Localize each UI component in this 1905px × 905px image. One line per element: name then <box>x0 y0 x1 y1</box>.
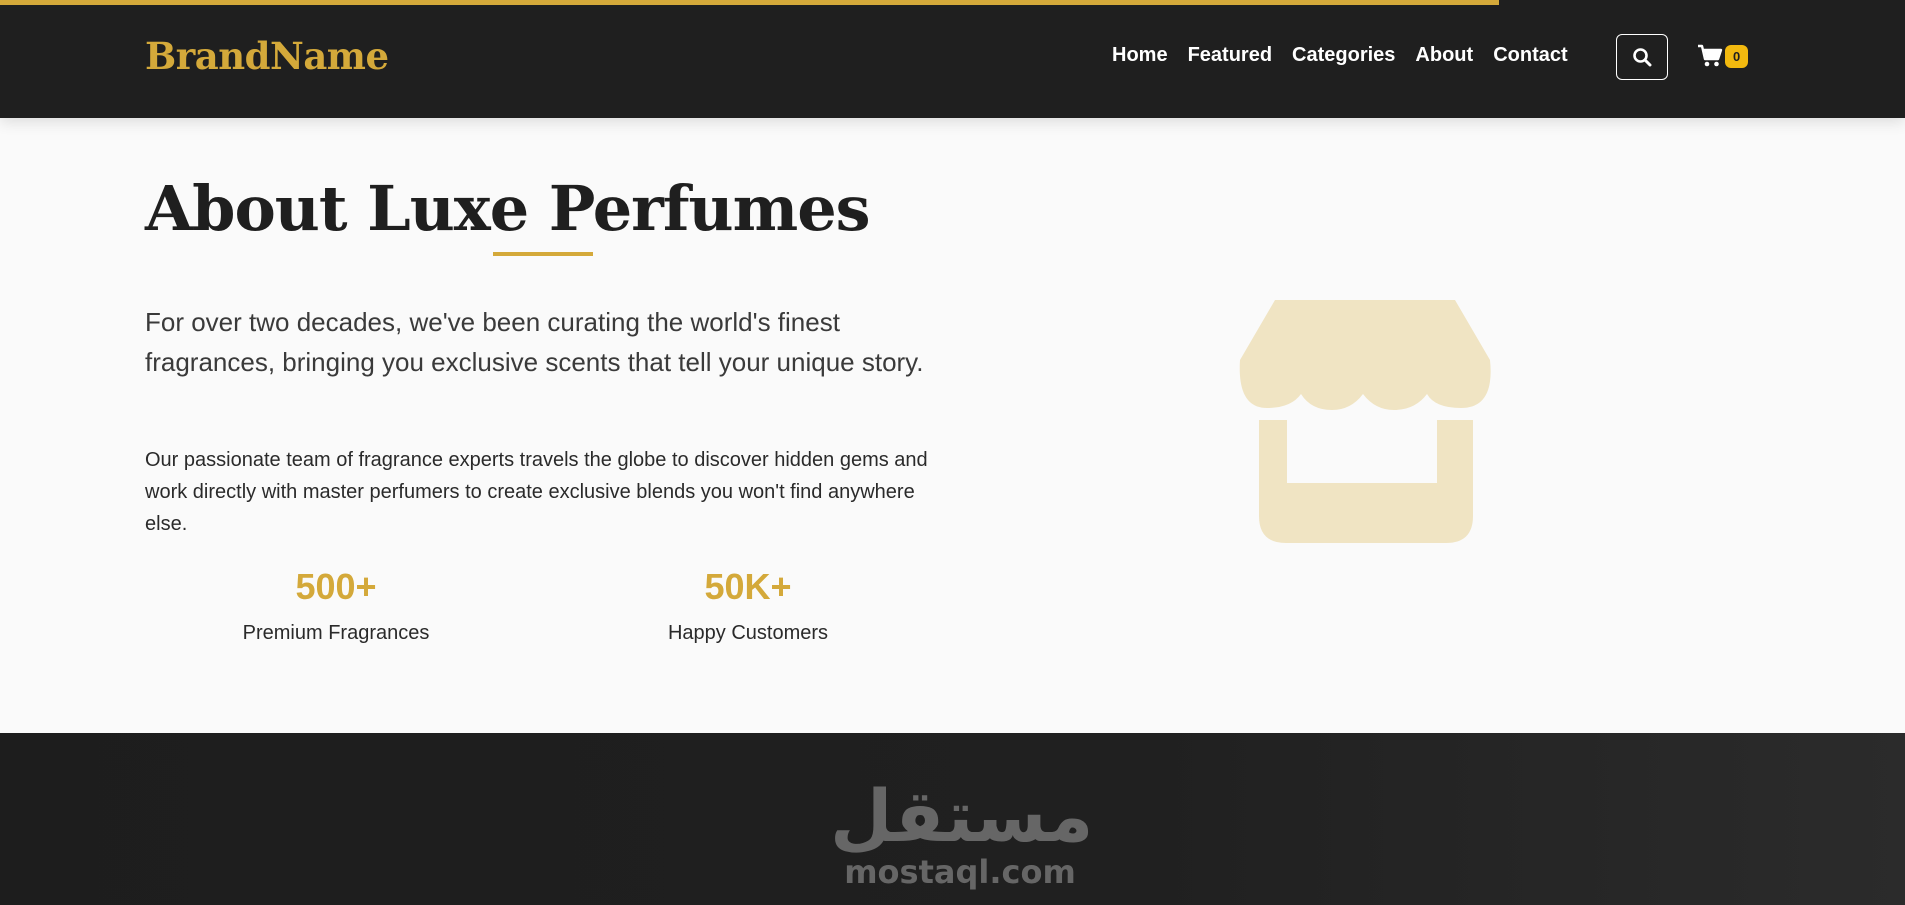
nav-link-categories[interactable]: Categories <box>1292 44 1395 67</box>
watermark-latin: mostaql.com <box>844 853 1076 891</box>
stat-label: Happy Customers <box>667 622 829 644</box>
stat-customers: 50K+ Happy Customers <box>623 566 873 645</box>
stat-value: 50K+ <box>704 566 792 607</box>
nav-link-home[interactable]: Home <box>1112 44 1168 67</box>
main-nav: Home Featured Categories About Contact <box>1112 44 1568 67</box>
site-header: BrandName Home Featured Categories About… <box>0 0 1905 118</box>
watermark-arabic: مستقل <box>830 774 1094 858</box>
stat-fragrances: 500+ Premium Fragrances <box>211 566 461 645</box>
brand-logo[interactable]: BrandName <box>145 34 389 78</box>
cart-icon <box>1698 44 1723 67</box>
lead-paragraph: For over two decades, we've been curatin… <box>145 307 924 377</box>
body-paragraph: Our passionate team of fragrance experts… <box>145 449 928 535</box>
nav-link-featured[interactable]: Featured <box>1188 44 1272 67</box>
site-footer: مستقل mostaql.com <box>0 733 1905 905</box>
section-title: About Luxe Perfumes <box>145 172 871 245</box>
watermark-logo: مستقل mostaql.com <box>830 774 1094 891</box>
search-button[interactable] <box>1616 34 1668 80</box>
cart-button[interactable]: 0 <box>1697 44 1749 68</box>
store-icon <box>1239 300 1491 543</box>
nav-link-about[interactable]: About <box>1415 44 1473 67</box>
title-underline <box>493 252 593 256</box>
cart-count-badge: 0 <box>1725 44 1749 68</box>
search-icon <box>1633 48 1652 67</box>
stat-label: Premium Fragrances <box>242 622 430 644</box>
nav-link-contact[interactable]: Contact <box>1493 44 1567 67</box>
scroll-progress-bar <box>0 0 1500 5</box>
stat-value: 500+ <box>295 566 377 607</box>
